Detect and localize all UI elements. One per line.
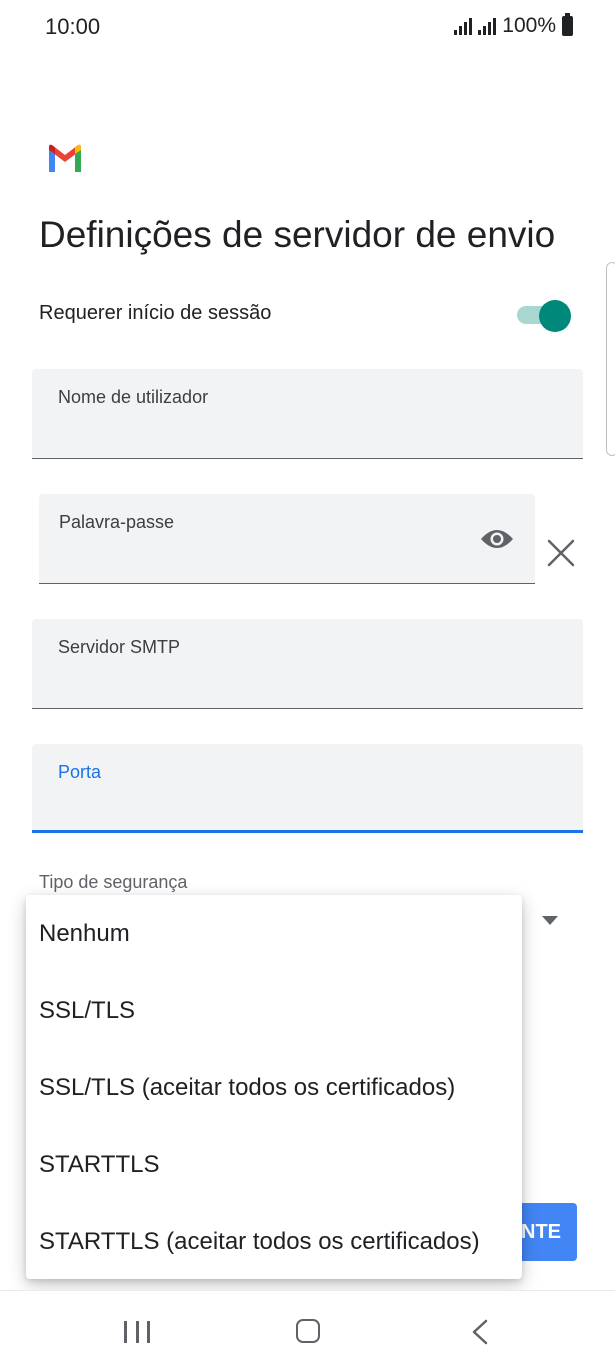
menu-item-starttls[interactable]: STARTTLS bbox=[26, 1126, 522, 1203]
next-button-label: NTE bbox=[521, 1220, 561, 1243]
gmail-logo-icon bbox=[49, 144, 81, 172]
battery-icon bbox=[562, 13, 573, 36]
back-icon[interactable] bbox=[470, 1319, 490, 1345]
menu-item-ssl-tls[interactable]: SSL/TLS bbox=[26, 972, 522, 1049]
close-icon[interactable] bbox=[546, 538, 576, 568]
port-label: Porta bbox=[58, 762, 102, 782]
page-title: Definições de servidor de envio bbox=[39, 214, 556, 255]
password-label: Palavra-passe bbox=[59, 512, 175, 532]
menu-item-none[interactable]: Nenhum bbox=[26, 895, 522, 972]
status-time: 10:00 bbox=[45, 14, 101, 39]
recents-icon[interactable] bbox=[124, 1321, 150, 1343]
scrollbar[interactable] bbox=[606, 262, 615, 456]
toggle-thumb bbox=[539, 300, 571, 332]
signal-icon bbox=[478, 17, 497, 35]
status-indicators: 100% bbox=[454, 13, 573, 38]
port-field[interactable]: Porta bbox=[32, 744, 583, 833]
password-field[interactable]: Palavra-passe bbox=[39, 494, 535, 584]
security-type-label: Tipo de segurança bbox=[39, 872, 188, 892]
username-field[interactable]: Nome de utilizador bbox=[32, 369, 583, 459]
smtp-server-label: Servidor SMTP bbox=[58, 637, 181, 657]
require-login-row: Requerer início de sessão bbox=[39, 300, 579, 332]
menu-item-starttls-accept-all[interactable]: STARTTLS (aceitar todos os certificados) bbox=[26, 1203, 522, 1280]
require-login-toggle[interactable] bbox=[517, 300, 571, 332]
signal-icon bbox=[454, 17, 473, 35]
security-type-menu: Nenhum SSL/TLS SSL/TLS (aceitar todos os… bbox=[26, 895, 522, 1279]
navigation-bar bbox=[0, 1290, 615, 1367]
home-icon[interactable] bbox=[296, 1319, 320, 1343]
status-bar: 10:00 100% bbox=[0, 0, 615, 56]
username-label: Nome de utilizador bbox=[58, 387, 209, 407]
smtp-server-field[interactable]: Servidor SMTP bbox=[32, 619, 583, 709]
menu-item-ssl-tls-accept-all[interactable]: SSL/TLS (aceitar todos os certificados) bbox=[26, 1049, 522, 1126]
eye-icon[interactable] bbox=[479, 527, 515, 551]
chevron-down-icon[interactable] bbox=[542, 916, 558, 925]
battery-percentage: 100% bbox=[502, 14, 556, 37]
require-login-label: Requerer início de sessão bbox=[39, 302, 272, 324]
